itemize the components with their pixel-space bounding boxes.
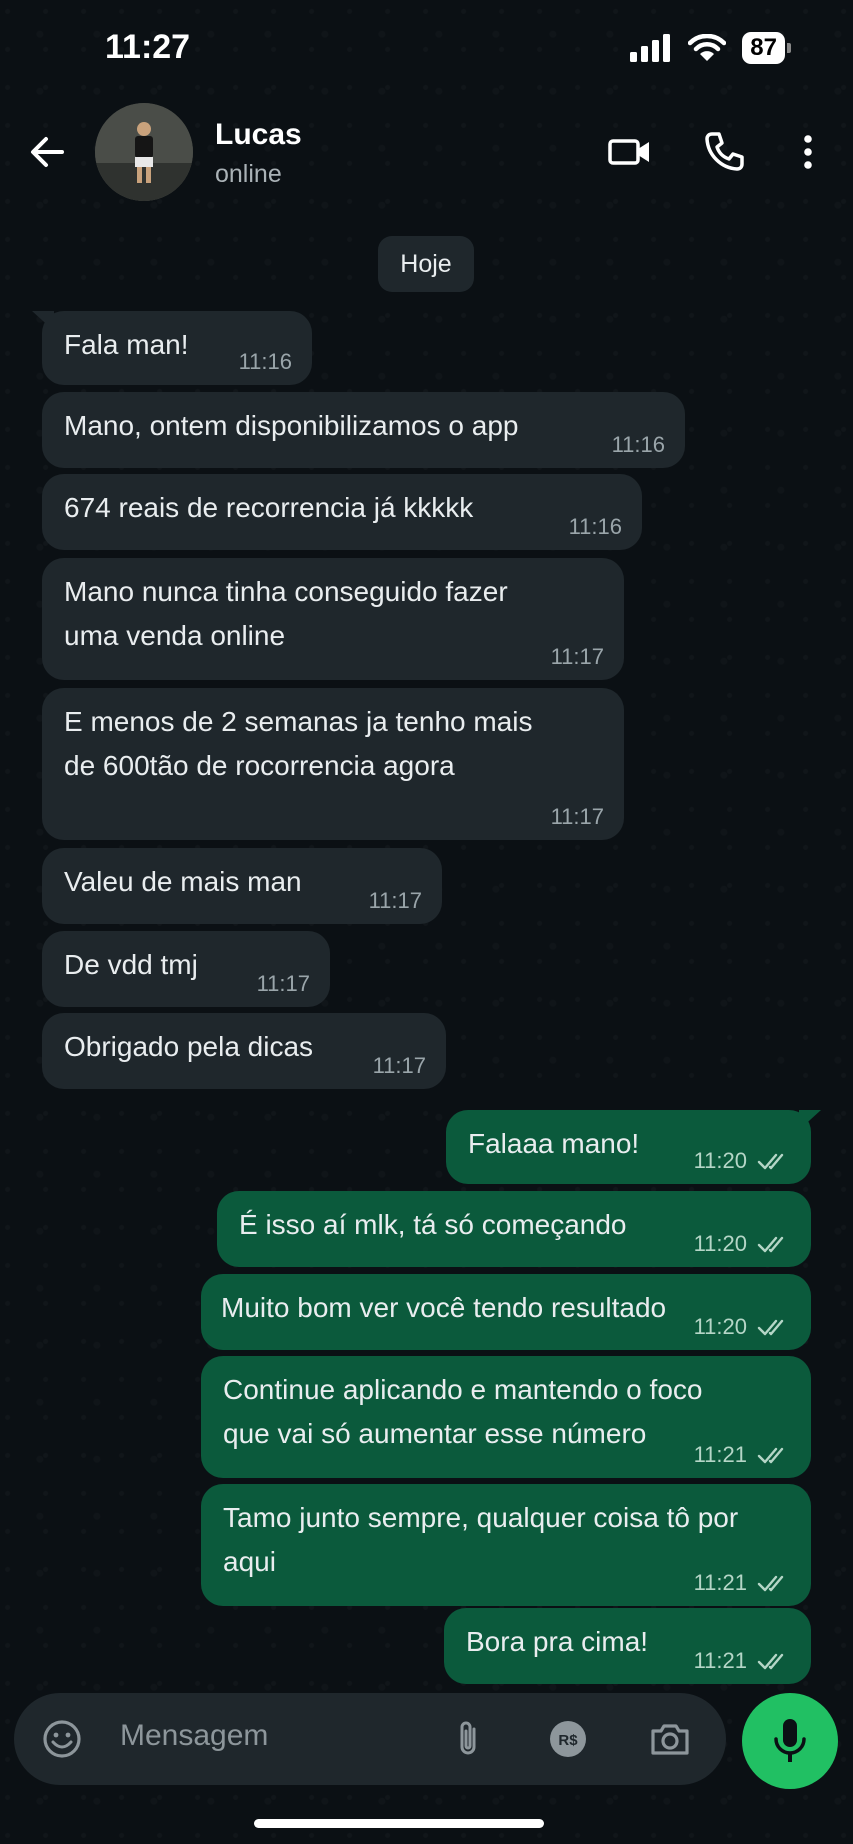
bubble-tail [799, 1110, 821, 1130]
microphone-button[interactable] [742, 1693, 838, 1789]
message-time: 11:16 [568, 514, 622, 539]
message-text: Valeu de mais man [64, 866, 302, 897]
message-text: É isso aí mlk, tá só começando [239, 1209, 627, 1240]
message-bubble-incoming[interactable]: Valeu de mais man 11:17 [42, 848, 442, 924]
message-bubble-incoming[interactable]: De vdd tmj 11:17 [42, 931, 330, 1007]
message-text: Muito bom ver você tendo resultado [221, 1292, 667, 1323]
contact-status: online [215, 160, 282, 188]
message-text: Obrigado pela dicas [64, 1031, 314, 1062]
arrow-left-icon[interactable] [26, 130, 70, 174]
message-bubble-outgoing[interactable]: É isso aí mlk, tá só começando 11:20 [217, 1191, 811, 1267]
double-check-icon [757, 1153, 784, 1170]
message-time: 11:21 [693, 1442, 747, 1467]
message-time: 11:20 [693, 1314, 747, 1339]
message-bubble-incoming[interactable]: Mano nunca tinha conseguido fazer uma ve… [42, 558, 624, 680]
message-input[interactable]: Mensagem [120, 1719, 268, 1753]
battery-indicator: 87 [742, 32, 791, 64]
status-time: 11:27 [105, 28, 191, 66]
message-bubble-incoming[interactable]: Fala man! 11:16 [32, 311, 312, 385]
message-text: 674 reais de recorrencia já kkkkk [64, 492, 474, 523]
avatar[interactable] [95, 103, 193, 201]
message-bubble-incoming[interactable]: E menos de 2 semanas ja tenho mais de 60… [42, 688, 624, 840]
message-time: 11:17 [372, 1053, 426, 1078]
message-text: Mano nunca tinha conseguido fazer uma ve… [64, 576, 508, 651]
message-text: E menos de 2 semanas ja tenho mais de 60… [64, 706, 533, 781]
message-bubble-incoming[interactable]: Obrigado pela dicas 11:17 [42, 1013, 446, 1089]
home-indicator[interactable] [254, 1819, 544, 1828]
message-bubble-outgoing[interactable]: Bora pra cima! 11:21 [444, 1608, 811, 1684]
phone-icon[interactable] [700, 128, 748, 176]
message-text: Bora pra cima! [466, 1626, 649, 1657]
message-composer[interactable]: Mensagem R$ [14, 1693, 726, 1785]
double-check-icon [757, 1447, 784, 1464]
contact-name[interactable]: Lucas [215, 118, 302, 152]
camera-icon[interactable] [646, 1715, 694, 1763]
message-bubble-outgoing[interactable]: Muito bom ver você tendo resultado 11:20 [201, 1274, 811, 1350]
date-chip: Hoje [378, 236, 474, 292]
message-time: 11:17 [550, 644, 604, 669]
status-bar: 11:27 87 [0, 0, 853, 100]
message-text: Falaaa mano! [468, 1128, 640, 1159]
message-time: 11:17 [368, 888, 422, 913]
wifi-icon [688, 34, 727, 61]
message-time: 11:16 [238, 349, 292, 374]
message-text: Tamo junto sempre, qualquer coisa tô por… [223, 1502, 739, 1577]
microphone-icon [774, 1719, 806, 1762]
chat-header: Lucas online [0, 100, 853, 206]
paperclip-icon[interactable] [444, 1715, 492, 1763]
status-icons: 87 [630, 32, 791, 64]
message-bubble-outgoing[interactable]: Falaaa mano! 11:20 [446, 1110, 821, 1184]
message-time: 11:20 [693, 1231, 747, 1256]
message-time: 11:21 [693, 1570, 747, 1595]
video-call-icon[interactable] [606, 128, 654, 176]
double-check-icon [757, 1319, 784, 1336]
message-bubble-outgoing[interactable]: Continue aplicando e mantendo o foco que… [201, 1356, 811, 1478]
message-bubble-outgoing[interactable]: Tamo junto sempre, qualquer coisa tô por… [201, 1484, 811, 1606]
message-time: 11:16 [611, 432, 665, 457]
message-text: Continue aplicando e mantendo o foco que… [223, 1374, 703, 1449]
message-bubble-incoming[interactable]: 674 reais de recorrencia já kkkkk 11:16 [42, 474, 642, 550]
svg-text:R$: R$ [558, 1732, 578, 1749]
message-time: 11:20 [693, 1148, 747, 1173]
message-time: 11:17 [256, 971, 310, 996]
more-vertical-icon[interactable] [784, 128, 832, 176]
message-time: 11:17 [550, 804, 604, 829]
emoji-icon[interactable] [38, 1715, 86, 1763]
signal-icon [630, 34, 671, 62]
double-check-icon [757, 1575, 784, 1592]
message-time: 11:21 [693, 1648, 747, 1673]
message-text: Fala man! [64, 329, 189, 360]
message-bubble-incoming[interactable]: Mano, ontem disponibilizamos o app 11:16 [42, 392, 685, 468]
double-check-icon [757, 1236, 784, 1253]
message-text: De vdd tmj [64, 949, 198, 980]
real-currency-icon[interactable]: R$ [544, 1715, 592, 1763]
message-text: Mano, ontem disponibilizamos o app [64, 410, 519, 441]
double-check-icon [757, 1653, 784, 1670]
bubble-tail [32, 311, 54, 331]
